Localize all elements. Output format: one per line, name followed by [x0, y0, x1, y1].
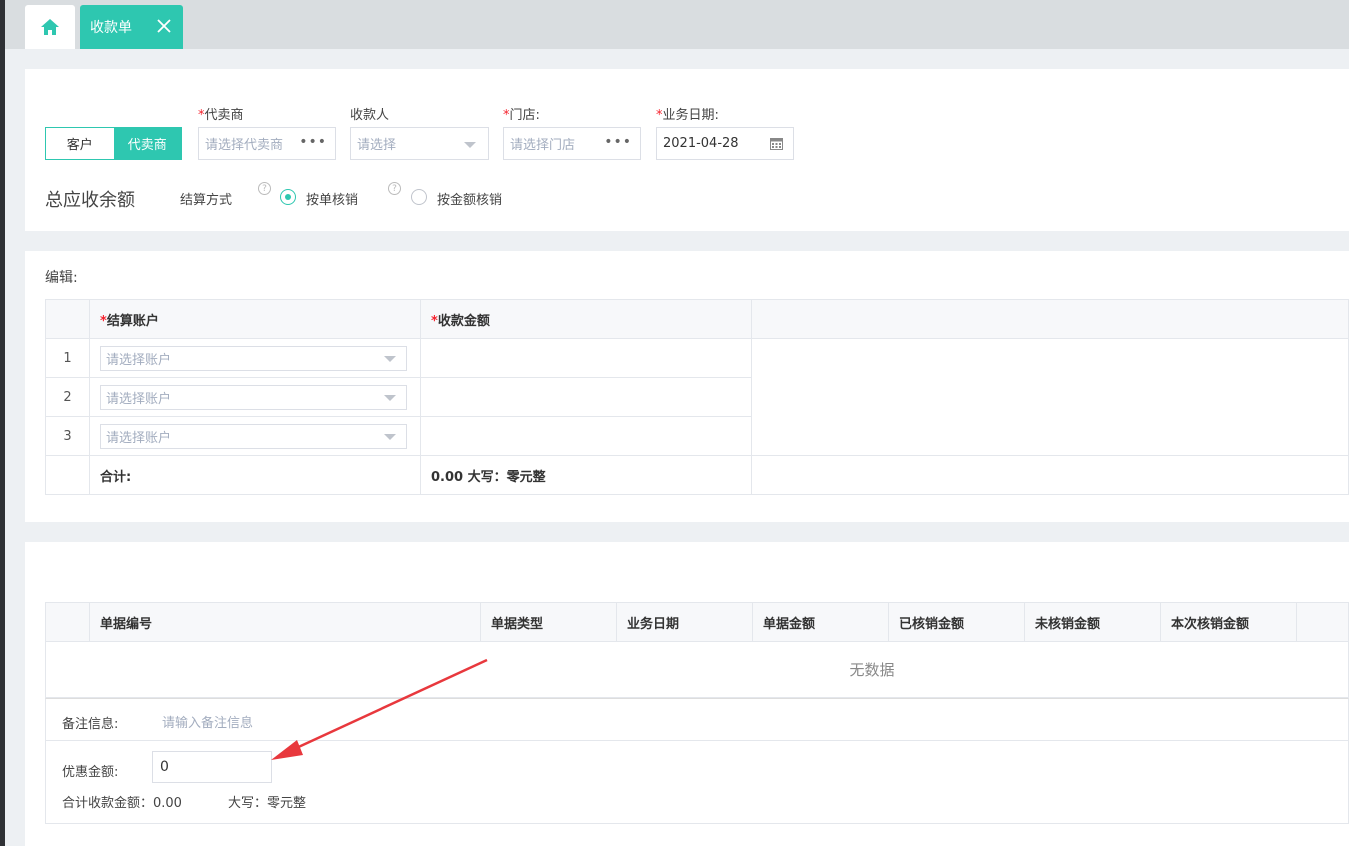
more-icon[interactable]: •••: [604, 134, 632, 150]
store-field-label: *门店:: [503, 108, 540, 123]
account-select[interactable]: 请选择账户: [100, 345, 407, 371]
col-doc-amount[interactable]: 单据金额: [752, 602, 889, 642]
table-header-blank: [751, 299, 1349, 339]
settle-method-label: 结算方式: [180, 193, 233, 208]
header-form-panel: 客户 代卖商 *代卖商 请选择代卖商 ••• 收款人 请选择 *门店: 请选择门…: [25, 69, 1349, 231]
col-doc-no[interactable]: 单据编号: [89, 602, 481, 642]
date-field-label: *业务日期:: [656, 108, 719, 123]
account-table: *结算账户 *收款金额 1 请选择账户 2 请选择账户 3 请选择账户 合计: …: [45, 299, 1349, 495]
col-biz-date[interactable]: 业务日期: [616, 602, 753, 642]
toggle-customer[interactable]: 客户: [46, 128, 114, 159]
calendar-icon[interactable]: [770, 137, 783, 150]
account-select[interactable]: 请选择账户: [100, 384, 407, 410]
payee-placeholder: 请选择: [357, 138, 397, 153]
payee-select[interactable]: 请选择: [350, 127, 489, 160]
amount-cell[interactable]: [420, 338, 752, 378]
col-unsettled-amount[interactable]: 未核销金额: [1024, 602, 1161, 642]
edit-panel: 编辑: *结算账户 *收款金额 1 请选择账户 2 请选择账户 3 请选择账户 …: [25, 251, 1349, 522]
help-icon[interactable]: ?: [388, 182, 401, 195]
account-select[interactable]: 请选择账户: [100, 423, 407, 449]
agent-placeholder: 请选择代卖商: [205, 138, 284, 153]
discount-section: 优惠金额: 0 合计收款金额：0.00 大写：零元整: [45, 741, 1349, 824]
store-placeholder: 请选择门店: [510, 138, 576, 153]
table-header-index: [45, 602, 90, 642]
chevron-down-icon: [384, 355, 396, 362]
amount-cell[interactable]: [420, 416, 752, 456]
documents-table: 单据编号 单据类型 业务日期 单据金额 已核销金额 未核销金额 本次核销金额: [45, 602, 1349, 642]
remark-input[interactable]: 请输入备注信息: [162, 712, 253, 731]
toggle-agent[interactable]: 代卖商: [113, 128, 181, 159]
edit-title: 编辑:: [45, 270, 78, 286]
date-value: 2021-04-28: [663, 136, 739, 151]
agent-select[interactable]: 请选择代卖商 •••: [198, 127, 336, 160]
row-number: 2: [45, 377, 90, 417]
documents-panel: 单据编号 单据类型 业务日期 单据金额 已核销金额 未核销金额 本次核销金额 无…: [25, 542, 1349, 846]
date-picker[interactable]: 2021-04-28: [656, 127, 794, 160]
tab-receipt-label: 收款单: [90, 20, 132, 36]
radio-by-amount-label: 按金额核销: [437, 193, 503, 208]
payee-field-label: 收款人: [350, 108, 390, 123]
sum-label: 合计:: [89, 455, 421, 495]
sum-value: 0.00 大写：零元整: [420, 455, 752, 495]
chevron-down-icon: [384, 394, 396, 401]
total-receivable-label: 总应收余额: [45, 190, 135, 211]
row-number: 3: [45, 416, 90, 456]
radio-by-order-label: 按单核销: [306, 193, 359, 208]
table-header-blank: [1296, 602, 1349, 642]
sum-row: 合计: 0.00 大写：零元整: [45, 455, 1349, 495]
table-header-index: [45, 299, 90, 339]
table-row: 1 请选择账户: [45, 338, 1349, 456]
radio-by-order[interactable]: [280, 189, 296, 205]
table-header-amount: *收款金额: [420, 299, 752, 339]
table-header-account: *结算账户: [89, 299, 421, 339]
discount-label: 优惠金额:: [62, 765, 119, 780]
amount-cell[interactable]: [420, 377, 752, 417]
party-type-toggle[interactable]: 客户 代卖商: [45, 127, 182, 160]
row-number: 1: [45, 338, 90, 378]
chevron-down-icon: [464, 142, 476, 148]
col-current-settle-amount[interactable]: 本次核销金额: [1160, 602, 1297, 642]
store-select[interactable]: 请选择门店 •••: [503, 127, 641, 160]
left-edge-strip: [0, 0, 5, 846]
col-settled-amount[interactable]: 已核销金额: [888, 602, 1025, 642]
empty-state: 无数据: [45, 642, 1349, 698]
total-capital: 大写：零元整: [228, 796, 307, 811]
total-received: 合计收款金额：0.00: [62, 796, 182, 811]
home-icon: [41, 19, 59, 35]
col-doc-type[interactable]: 单据类型: [480, 602, 617, 642]
agent-field-label: *代卖商: [198, 108, 244, 123]
discount-input[interactable]: 0: [152, 751, 272, 783]
more-icon[interactable]: •••: [299, 134, 327, 150]
tab-bar: 收款单: [5, 0, 1349, 49]
remark-label: 备注信息:: [62, 717, 119, 732]
close-icon[interactable]: [155, 17, 173, 35]
radio-by-amount[interactable]: [411, 189, 427, 205]
remark-row: 备注信息: 请输入备注信息: [45, 698, 1349, 741]
help-icon[interactable]: ?: [258, 182, 271, 195]
home-tab[interactable]: [25, 5, 75, 49]
chevron-down-icon: [384, 433, 396, 440]
tab-receipt[interactable]: 收款单: [80, 5, 183, 49]
